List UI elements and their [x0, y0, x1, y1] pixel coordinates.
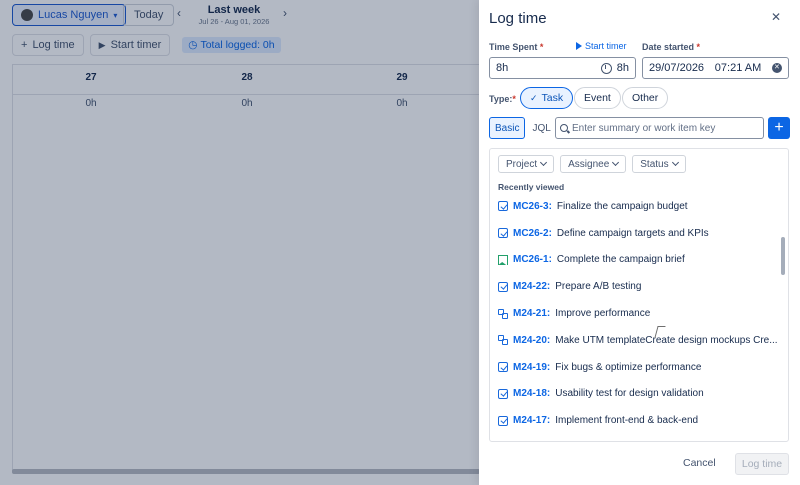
subtask-icon: [498, 308, 508, 319]
search-placeholder: Enter summary or work item key: [572, 122, 716, 134]
work-item-picker: Project Assignee Status Recently viewed …: [489, 148, 789, 442]
cancel-button[interactable]: Cancel: [683, 457, 716, 469]
list-item[interactable]: MC26-2: Define campaign targets and KPIs: [498, 220, 778, 247]
item-title: Usability test for design validation: [555, 388, 704, 400]
type-event-chip[interactable]: Event: [574, 87, 621, 109]
assignee-filter[interactable]: Assignee: [560, 155, 627, 173]
item-key: M24-20:: [513, 334, 551, 346]
type-task-label: Task: [541, 92, 564, 104]
chevron-down-icon: [612, 158, 620, 167]
start-timer-link[interactable]: Start timer: [576, 41, 627, 51]
type-other-label: Other: [632, 92, 659, 104]
list-item[interactable]: M24-20: Make UTM templateCreate design m…: [498, 327, 778, 354]
log-time-drawer: Log time ✕ Time Spent * Start timer Date…: [479, 0, 800, 485]
time-value: 07:21 AM: [714, 62, 762, 74]
status-filter[interactable]: Status: [632, 155, 686, 173]
time-spent-suffix: 8h: [616, 62, 629, 74]
project-filter[interactable]: Project: [498, 155, 555, 173]
list-item[interactable]: MC26-3: Finalize the campaign budget: [498, 193, 778, 220]
basic-mode-button[interactable]: Basic: [489, 117, 526, 139]
work-item-list: MC26-3: Finalize the campaign budget MC2…: [498, 193, 778, 434]
item-title: Fix bugs & optimize performance: [555, 361, 702, 373]
task-check-icon: [498, 281, 508, 292]
item-key: M24-17:: [513, 415, 551, 427]
drawer-title: Log time: [489, 10, 547, 27]
type-task-chip[interactable]: ✓ Task: [520, 87, 574, 109]
play-icon: [576, 42, 582, 50]
item-key: MC26-1:: [513, 254, 552, 266]
item-key: MC26-3:: [513, 200, 552, 212]
work-item-search-input[interactable]: Enter summary or work item key: [555, 117, 764, 139]
filter-bar: Project Assignee Status: [498, 155, 686, 173]
date-value: 29/07/2026: [649, 62, 705, 74]
list-item[interactable]: M24-18: Usability test for design valida…: [498, 381, 778, 408]
start-timer-text: Start timer: [585, 41, 627, 51]
time-spent-value: 8h: [496, 62, 509, 74]
chevron-down-icon: [540, 158, 548, 167]
modal-backdrop[interactable]: [0, 0, 480, 485]
jql-mode-button[interactable]: JQL: [527, 117, 555, 139]
subtask-icon: [498, 335, 508, 346]
list-item[interactable]: MC26-1: Complete the campaign brief: [498, 247, 778, 274]
list-item[interactable]: M24-19: Fix bugs & optimize performance: [498, 354, 778, 381]
task-check-icon: [498, 388, 508, 399]
clear-icon[interactable]: ✕: [771, 63, 782, 73]
checkmark-icon: ✓: [530, 92, 538, 103]
item-title: Define campaign targets and KPIs: [556, 227, 709, 239]
item-key: MC26-2:: [513, 227, 552, 239]
date-started-label: Date started *: [642, 42, 701, 52]
date-started-input[interactable]: 29/07/2026 07:21 AM ✕: [642, 57, 789, 79]
list-item[interactable]: M24-22: Prepare A/B testing: [498, 273, 778, 300]
item-key: M24-22:: [513, 281, 551, 293]
assignee-filter-label: Assignee: [568, 158, 610, 170]
story-bookmark-icon: [498, 254, 508, 265]
item-key: M24-21:: [513, 308, 551, 320]
task-check-icon: [498, 362, 508, 373]
item-key: M24-18:: [513, 388, 551, 400]
time-spent-hint: 8h: [600, 62, 629, 74]
add-work-item-button[interactable]: +: [768, 117, 790, 139]
search-mode-toggle: Basic JQL: [489, 117, 556, 139]
task-check-icon: [498, 228, 508, 239]
chevron-down-icon: [671, 158, 679, 167]
item-title: Complete the campaign brief: [556, 254, 685, 266]
item-title: Improve performance: [555, 308, 651, 320]
search-icon: [560, 124, 568, 132]
list-item[interactable]: M24-17: Implement front-end & back-end: [498, 407, 778, 434]
drawer-footer: Cancel Log time: [479, 453, 800, 477]
item-title: Finalize the campaign budget: [556, 200, 688, 212]
close-icon[interactable]: ✕: [770, 11, 782, 23]
time-spent-label: Time Spent *: [489, 42, 544, 52]
list-item[interactable]: M24-21: Improve performance: [498, 300, 778, 327]
time-spent-input[interactable]: 8h 8h: [489, 57, 636, 79]
type-other-chip[interactable]: Other: [622, 87, 669, 109]
status-filter-label: Status: [640, 158, 669, 170]
item-title: Implement front-end & back-end: [555, 415, 699, 427]
item-title: Make UTM templateCreate design mockups C…: [555, 334, 778, 346]
clock-icon: [600, 62, 612, 74]
type-label: Type:*: [489, 94, 516, 104]
project-filter-label: Project: [506, 158, 538, 170]
item-key: M24-19:: [513, 361, 551, 373]
log-time-submit-button[interactable]: Log time: [735, 453, 789, 475]
list-scrollbar[interactable]: [781, 237, 785, 275]
type-event-label: Event: [584, 92, 611, 104]
recently-viewed-heading: Recently viewed: [498, 182, 565, 192]
task-check-icon: [498, 201, 508, 212]
task-check-icon: [498, 415, 508, 426]
item-title: Prepare A/B testing: [555, 281, 642, 293]
